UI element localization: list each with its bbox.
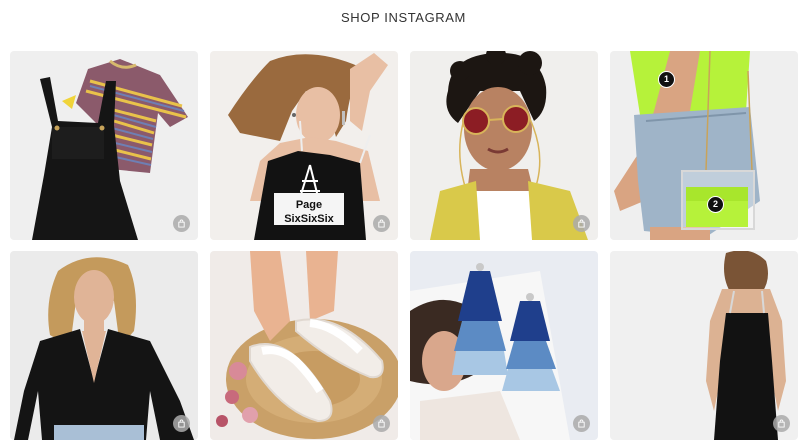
shopping-bag-icon[interactable] bbox=[573, 415, 590, 432]
product-photo bbox=[410, 51, 598, 240]
svg-text:SixSixSix: SixSixSix bbox=[284, 213, 334, 225]
shopping-bag-icon[interactable] bbox=[173, 215, 190, 232]
instagram-tile-overall[interactable] bbox=[10, 51, 198, 240]
instagram-tile-sunglasses[interactable] bbox=[410, 51, 598, 240]
instagram-tile-earrings[interactable] bbox=[410, 251, 598, 440]
shopping-bag-icon[interactable] bbox=[573, 215, 590, 232]
shopping-bag-icon[interactable] bbox=[373, 415, 390, 432]
hotspot-marker[interactable]: 2 bbox=[707, 196, 724, 213]
instagram-tile-cami-dress[interactable] bbox=[610, 251, 798, 440]
product-photo bbox=[10, 51, 198, 240]
svg-text:Page: Page bbox=[296, 199, 322, 211]
product-photo: Page SixSixSix bbox=[210, 51, 398, 240]
instagram-tile-lace-cami[interactable]: Page SixSixSix bbox=[210, 51, 398, 240]
shopping-bag-icon[interactable] bbox=[173, 415, 190, 432]
instagram-tile-cardigan[interactable] bbox=[10, 251, 198, 440]
product-photo bbox=[610, 251, 798, 440]
hotspot-marker[interactable]: 1 bbox=[658, 71, 675, 88]
instagram-tile-sandals[interactable] bbox=[210, 251, 398, 440]
product-photo bbox=[210, 251, 398, 440]
product-photo bbox=[10, 251, 198, 440]
shopping-bag-icon[interactable] bbox=[773, 415, 790, 432]
shopping-bag-icon[interactable] bbox=[373, 215, 390, 232]
product-photo bbox=[410, 251, 598, 440]
instagram-tile-neon-clutch[interactable]: 1 2 bbox=[610, 51, 798, 240]
page-title: SHOP INSTAGRAM bbox=[341, 10, 466, 25]
instagram-grid: Page SixSixSix 1 2 bbox=[10, 51, 800, 442]
product-photo bbox=[610, 51, 798, 240]
